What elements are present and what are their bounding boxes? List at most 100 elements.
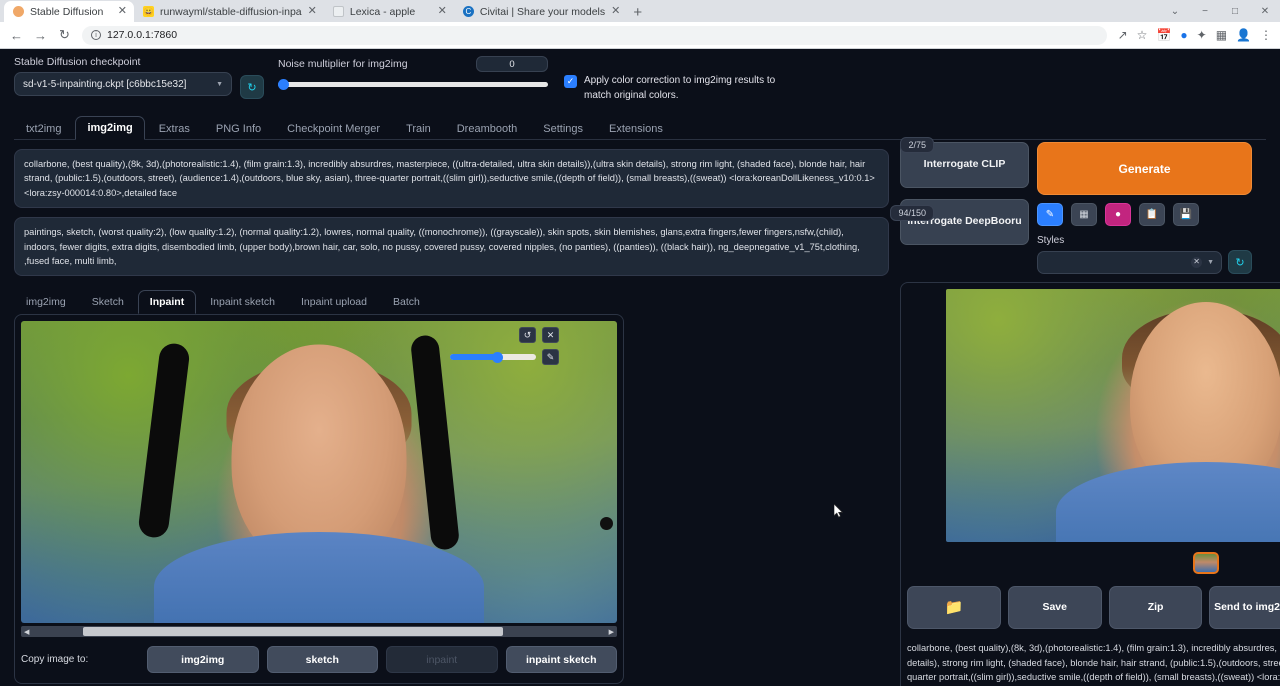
brush-icon[interactable]: ✎ xyxy=(542,349,559,366)
chevron-down-icon[interactable]: ⌄ xyxy=(1160,0,1190,22)
send-to-img2img-button[interactable]: Send to img2img xyxy=(1209,586,1280,629)
close-icon[interactable]: ✕ xyxy=(118,6,127,17)
color-correction-block[interactable]: ✓ Apply color correction to img2img resu… xyxy=(564,74,804,103)
paintbrush-icon[interactable]: ✎ xyxy=(1037,203,1063,226)
new-tab-button[interactable]: + xyxy=(633,5,642,20)
tab-checkpoint-merger[interactable]: Checkpoint Merger xyxy=(275,117,392,140)
reload-icon[interactable]: ↻ xyxy=(56,27,73,44)
negative-prompt-input[interactable]: paintings, sketch, (worst quality:2), (l… xyxy=(14,217,889,277)
recycle-icon[interactable]: ● xyxy=(1105,203,1131,226)
mouse-cursor xyxy=(834,504,844,518)
blue-circle-extension-icon[interactable]: ● xyxy=(1180,28,1187,42)
generate-column: Generate ✎ ▦ ● 📋 💾 Styles ✕ ▼ ↻ xyxy=(1037,142,1252,274)
clipboard-icon[interactable]: 📋 xyxy=(1139,203,1165,226)
copy-to-sketch-button[interactable]: sketch xyxy=(266,646,378,674)
tabstrip: Stable Diffusion ✕ 😀 runwayml/stable-dif… xyxy=(4,0,1280,22)
zip-button[interactable]: Zip xyxy=(1108,586,1203,629)
noise-header: Noise multiplier for img2img 0 xyxy=(278,56,548,72)
tab-txt2img[interactable]: txt2img xyxy=(14,117,73,140)
noise-value-input[interactable]: 0 xyxy=(476,56,548,72)
sidepanel-icon[interactable]: ▦ xyxy=(1216,28,1227,42)
forward-icon[interactable]: → xyxy=(32,27,49,44)
copy-image-label: Copy image to: xyxy=(21,654,89,666)
huggingface-favicon: 😀 xyxy=(143,6,154,17)
refresh-checkpoint-button[interactable]: ↻ xyxy=(240,75,264,99)
menu-kebab-icon[interactable]: ⋮ xyxy=(1260,28,1272,42)
tab-inpaint-sketch[interactable]: Inpaint sketch xyxy=(198,290,287,314)
inpaint-canvas[interactable]: ↺ ✕ ✎ xyxy=(21,321,617,624)
checkpoint-value: sd-v1-5-inpainting.ckpt [c6bbc15e32] xyxy=(23,78,187,90)
tab-batch[interactable]: Batch xyxy=(381,290,432,314)
site-info-icon[interactable]: i xyxy=(91,30,101,40)
calendar-extension-icon[interactable]: 📅 xyxy=(1156,28,1171,42)
tab-png-info[interactable]: PNG Info xyxy=(204,117,273,140)
save-style-icon[interactable]: 💾 xyxy=(1173,203,1199,226)
brush-size-row: ✎ xyxy=(450,349,559,366)
canvas-horizontal-scrollbar[interactable]: ◀ ▶ xyxy=(21,626,617,638)
checkpoint-row: Stable Diffusion checkpoint sd-v1-5-inpa… xyxy=(14,56,1266,103)
minimize-icon[interactable]: − xyxy=(1190,0,1220,22)
tab-dreambooth[interactable]: Dreambooth xyxy=(445,117,530,140)
brush-slider-handle[interactable] xyxy=(492,351,503,363)
tab-extras[interactable]: Extras xyxy=(147,117,202,140)
clear-canvas-icon[interactable]: ✕ xyxy=(542,327,559,344)
checkpoint-dropdown[interactable]: sd-v1-5-inpainting.ckpt [c6bbc15e32] ▼ xyxy=(14,72,232,96)
window-close-icon[interactable]: ✕ xyxy=(1250,0,1280,22)
address-bar[interactable]: i 127.0.0.1:7860 xyxy=(82,25,1107,45)
browser-tab-strip: Stable Diffusion ✕ 😀 runwayml/stable-dif… xyxy=(0,0,1280,22)
refresh-styles-button[interactable]: ↻ xyxy=(1228,250,1252,274)
browser-tab-3[interactable]: C Civitai | Share your models ✕ xyxy=(453,1,628,22)
tab-img2img-mode[interactable]: img2img xyxy=(14,290,78,314)
result-panel: ✕ 📁 Save Zip Send to img2img Send to xyxy=(900,282,1280,686)
copy-to-img2img-button[interactable]: img2img xyxy=(147,646,259,674)
share-icon[interactable]: ↗ xyxy=(1118,28,1128,42)
dice-icon[interactable]: ▦ xyxy=(1071,203,1097,226)
styles-dropdown[interactable]: ✕ ▼ xyxy=(1037,250,1222,274)
color-correction-checkbox[interactable]: ✓ xyxy=(564,75,577,88)
close-icon[interactable]: ✕ xyxy=(611,6,620,17)
bookmark-star-icon[interactable]: ☆ xyxy=(1137,28,1148,42)
undo-icon[interactable]: ↺ xyxy=(519,327,536,344)
positive-prompt-wrap: 2/75 collarbone, (best quality),(8k, 3d)… xyxy=(14,137,934,209)
checkpoint-block: Stable Diffusion checkpoint sd-v1-5-inpa… xyxy=(14,56,232,96)
browser-tab-title: runwayml/stable-diffusion-inpa xyxy=(160,5,302,18)
back-icon[interactable]: ← xyxy=(8,27,25,44)
browser-tab-2[interactable]: Lexica - apple ✕ xyxy=(323,1,454,22)
tab-inpaint-upload[interactable]: Inpaint upload xyxy=(289,290,379,314)
close-icon[interactable]: ✕ xyxy=(438,6,447,17)
browser-tab-0[interactable]: Stable Diffusion ✕ xyxy=(4,1,134,22)
scroll-left-icon[interactable]: ◀ xyxy=(21,628,32,636)
tab-settings[interactable]: Settings xyxy=(531,117,595,140)
scroll-right-icon[interactable]: ▶ xyxy=(606,628,617,636)
generate-row: Interrogate CLIP Interrogate DeepBooru G… xyxy=(900,142,1252,274)
extension-puzzle-icon[interactable]: ✦ xyxy=(1197,28,1207,42)
gallery-thumbnail[interactable] xyxy=(1193,552,1219,574)
tab-img2img[interactable]: img2img xyxy=(75,116,145,140)
window-controls: ⌄ − □ ✕ xyxy=(1160,0,1280,22)
open-folder-button[interactable]: 📁 xyxy=(907,586,1001,629)
copy-to-inpaint-sketch-button[interactable]: inpaint sketch xyxy=(505,646,617,674)
maximize-icon[interactable]: □ xyxy=(1220,0,1250,22)
generated-image[interactable] xyxy=(946,289,1280,542)
positive-prompt-input[interactable]: collarbone, (best quality),(8k, 3d),(pho… xyxy=(14,149,889,209)
generate-button[interactable]: Generate xyxy=(1037,142,1252,195)
browser-tab-1[interactable]: 😀 runwayml/stable-diffusion-inpa ✕ xyxy=(134,1,324,22)
browser-toolbar: ← → ↻ i 127.0.0.1:7860 ↗ ☆ 📅 ● ✦ ▦ 👤 ⋮ xyxy=(0,22,1280,49)
tab-inpaint[interactable]: Inpaint xyxy=(137,290,197,315)
image-mode-tab-bar: img2img Sketch Inpaint Inpaint sketch In… xyxy=(14,290,892,315)
profile-avatar-icon[interactable]: 👤 xyxy=(1236,28,1251,42)
prompt-tool-icons: ✎ ▦ ● 📋 💾 xyxy=(1037,203,1252,226)
toolbar-icons: ↗ ☆ 📅 ● ✦ ▦ 👤 ⋮ xyxy=(1118,28,1272,42)
tab-extensions[interactable]: Extensions xyxy=(597,117,675,140)
clear-styles-icon[interactable]: ✕ xyxy=(1191,256,1203,268)
scrollbar-thumb[interactable] xyxy=(83,627,503,637)
slider-handle[interactable] xyxy=(278,79,289,90)
brush-size-slider[interactable] xyxy=(450,351,536,363)
styles-label: Styles xyxy=(1037,235,1065,246)
noise-slider[interactable] xyxy=(278,79,548,90)
copy-image-row: Copy image to: img2img sketch inpaint in… xyxy=(21,646,617,677)
save-button[interactable]: Save xyxy=(1007,586,1102,629)
tab-train[interactable]: Train xyxy=(394,117,443,140)
tab-sketch[interactable]: Sketch xyxy=(80,290,136,314)
close-icon[interactable]: ✕ xyxy=(308,6,317,17)
